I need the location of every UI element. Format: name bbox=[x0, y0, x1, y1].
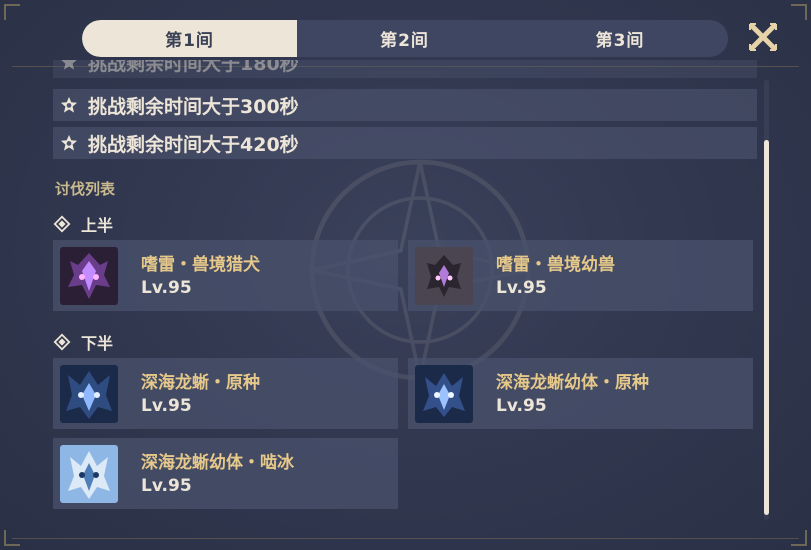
tab-chamber-1[interactable]: 第1间 bbox=[82, 20, 297, 57]
enemy-card[interactable]: 深海龙蜥幼体・啮冰 Lv.95 bbox=[53, 438, 398, 509]
frame-divider-bottom bbox=[12, 538, 799, 539]
rifthound-whelp-electro-icon bbox=[415, 246, 473, 305]
enemy-card[interactable]: 深海龙蜥・原种 Lv.95 bbox=[53, 358, 398, 429]
tab-chamber-3[interactable]: 第3间 bbox=[512, 20, 728, 57]
scrollbar[interactable] bbox=[764, 80, 769, 520]
enemy-name: 嗜雷・兽境猎犬 bbox=[141, 254, 260, 275]
enemy-card[interactable]: 嗜雷・兽境猎犬 Lv.95 bbox=[53, 240, 398, 311]
enemy-name: 嗜雷・兽境幼兽 bbox=[496, 254, 615, 275]
enemy-name: 深海龙蜥・原种 bbox=[141, 372, 260, 393]
enemy-card[interactable]: 嗜雷・兽境幼兽 Lv.95 bbox=[408, 240, 753, 311]
bathysmal-vishap-hatchling-icon bbox=[415, 364, 473, 423]
enemy-name: 深海龙蜥幼体・啮冰 bbox=[141, 452, 294, 473]
second-half-title: 下半 bbox=[53, 330, 113, 354]
condition-text: 挑战剩余时间大于300秒 bbox=[88, 95, 299, 118]
chamber-detail-list[interactable]: 挑战剩余时间大于180秒 挑战剩余时间大于300秒 挑战剩余时间大于420秒 讨… bbox=[53, 60, 759, 525]
condition-row: 挑战剩余时间大于420秒 bbox=[53, 127, 757, 159]
bathysmal-vishap-icon bbox=[60, 364, 118, 423]
condition-row: 挑战剩余时间大于300秒 bbox=[53, 89, 757, 121]
condition-text: 挑战剩余时间大于420秒 bbox=[88, 133, 299, 156]
enemy-card[interactable]: 深海龙蜥幼体・原种 Lv.95 bbox=[408, 358, 753, 429]
star-icon bbox=[60, 96, 78, 113]
diamond-icon bbox=[53, 333, 71, 351]
chamber-tabs: 第1间 第2间 第3间 bbox=[82, 20, 728, 57]
star-icon bbox=[60, 134, 78, 151]
frame-corner bbox=[4, 530, 20, 546]
scrollbar-thumb[interactable] bbox=[764, 140, 769, 515]
star-icon bbox=[61, 60, 77, 70]
enemy-level: Lv.95 bbox=[141, 475, 192, 496]
enemy-name: 深海龙蜥幼体・原种 bbox=[496, 372, 649, 393]
enemy-level: Lv.95 bbox=[496, 395, 547, 416]
close-button[interactable] bbox=[746, 20, 780, 54]
enemy-info: 深海龙蜥幼体・原种 Lv.95 bbox=[496, 371, 649, 417]
enemy-info: 深海龙蜥幼体・啮冰 Lv.95 bbox=[141, 451, 294, 497]
tab-chamber-2[interactable]: 第2间 bbox=[297, 20, 512, 57]
enemy-info: 嗜雷・兽境幼兽 Lv.95 bbox=[496, 253, 615, 299]
frame-corner bbox=[791, 530, 807, 546]
enemy-info: 深海龙蜥・原种 Lv.95 bbox=[141, 371, 260, 417]
enemy-info: 嗜雷・兽境猎犬 Lv.95 bbox=[141, 253, 260, 299]
first-half-title: 上半 bbox=[53, 212, 113, 236]
enemy-level: Lv.95 bbox=[141, 277, 192, 298]
enemy-level: Lv.95 bbox=[141, 395, 192, 416]
condition-text: 挑战剩余时间大于180秒 bbox=[88, 60, 299, 75]
diamond-icon bbox=[53, 215, 71, 233]
abyss-chamber-panel: 第1间 第2间 第3间 挑战剩余时间大于180秒 挑战剩余时间大于300秒 挑战… bbox=[0, 0, 811, 550]
close-icon bbox=[749, 23, 777, 51]
monster-list-title: 讨伐列表 bbox=[55, 180, 116, 198]
condition-row: 挑战剩余时间大于180秒 bbox=[53, 60, 757, 78]
frame-corner bbox=[791, 4, 807, 20]
frame-corner bbox=[4, 4, 20, 20]
enemy-level: Lv.95 bbox=[496, 277, 547, 298]
bathysmal-vishap-hatchling-cryo-icon bbox=[60, 444, 118, 503]
rifthound-electro-icon bbox=[60, 246, 118, 305]
